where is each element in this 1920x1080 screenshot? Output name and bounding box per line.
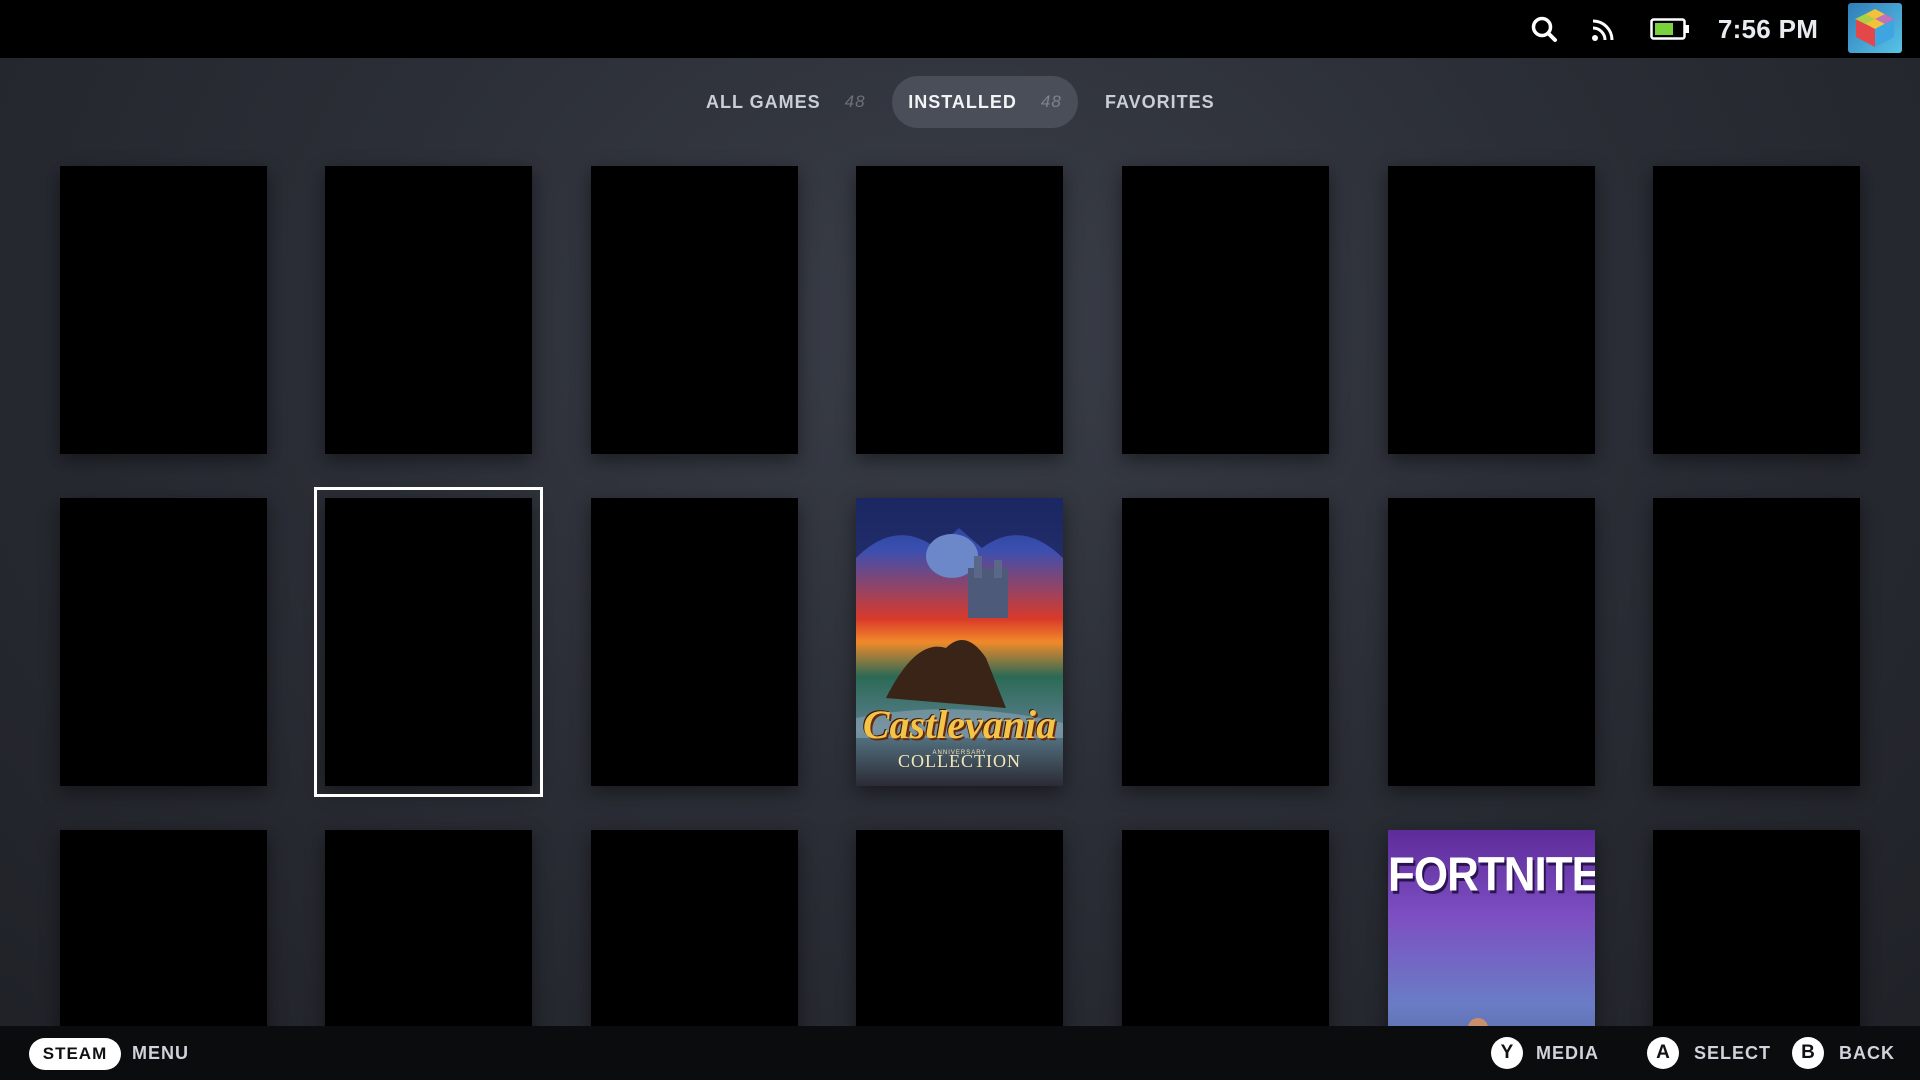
search-icon[interactable]: [1526, 0, 1562, 58]
tab-installed[interactable]: INSTALLED 48: [892, 76, 1078, 128]
tab-label: INSTALLED: [908, 91, 1017, 112]
select-label: SELECT: [1694, 1042, 1772, 1063]
castlevania-edition: COLLECTION: [898, 751, 1021, 771]
back-label: BACK: [1839, 1042, 1895, 1063]
game-tile[interactable]: [1122, 166, 1329, 454]
game-tile[interactable]: [60, 498, 267, 786]
top-status-bar: 7:56 PM: [0, 0, 1920, 58]
tab-label: ALL GAMES: [706, 91, 821, 112]
game-tile[interactable]: [60, 830, 267, 1026]
rss-icon: [1586, 0, 1622, 58]
clock: 7:56 PM: [1717, 13, 1819, 44]
tab-all-games[interactable]: ALL GAMES 48: [706, 76, 866, 128]
game-tile[interactable]: [1653, 166, 1860, 454]
steam-big-picture-library: Castlevania ANNIVERSARY COLLECTION FORTN…: [0, 0, 1920, 1080]
battery-icon: [1648, 0, 1692, 58]
game-tile-castlevania[interactable]: Castlevania ANNIVERSARY COLLECTION: [856, 498, 1063, 786]
b-button-glyph[interactable]: B: [1792, 1037, 1824, 1069]
tab-label: FAVORITES: [1105, 91, 1215, 112]
a-button-glyph[interactable]: A: [1647, 1037, 1679, 1069]
game-tile[interactable]: [325, 166, 532, 454]
game-tile[interactable]: [1653, 498, 1860, 786]
menu-label: MENU: [132, 1042, 189, 1063]
avatar[interactable]: [1848, 3, 1902, 53]
game-tile-focused[interactable]: [314, 487, 543, 797]
game-tile[interactable]: [1122, 830, 1329, 1026]
game-tile[interactable]: [60, 166, 267, 454]
game-tile[interactable]: [856, 166, 1063, 454]
game-tile[interactable]: [1653, 830, 1860, 1026]
library-tabs: ALL GAMES 48 INSTALLED 48 FAVORITES: [0, 76, 1920, 128]
castlevania-title: Castlevania: [862, 702, 1057, 747]
fortnite-artwork: [1468, 1018, 1488, 1026]
tab-count: 48: [1040, 92, 1062, 111]
bottom-hint-bar: STEAM MENU Y MEDIA A SELECT B BACK: [0, 1026, 1920, 1080]
media-label: MEDIA: [1536, 1042, 1599, 1063]
game-tile[interactable]: [591, 830, 798, 1026]
steam-button[interactable]: STEAM: [29, 1038, 121, 1070]
game-tile[interactable]: [591, 498, 798, 786]
game-tile[interactable]: [591, 166, 798, 454]
game-tile[interactable]: [1388, 498, 1595, 786]
game-tile[interactable]: [1388, 166, 1595, 454]
tab-count: 48: [844, 92, 866, 111]
game-tile[interactable]: [1122, 498, 1329, 786]
tab-favorites[interactable]: FAVORITES: [1105, 76, 1215, 128]
y-button-glyph[interactable]: Y: [1491, 1037, 1523, 1069]
fortnite-title: FORTNITE: [1388, 847, 1595, 902]
game-tile-fortnite[interactable]: FORTNITE: [1388, 830, 1595, 1026]
game-tile[interactable]: [856, 830, 1063, 1026]
game-tile[interactable]: [325, 830, 532, 1026]
game-grid: Castlevania ANNIVERSARY COLLECTION FORTN…: [0, 0, 1920, 1026]
